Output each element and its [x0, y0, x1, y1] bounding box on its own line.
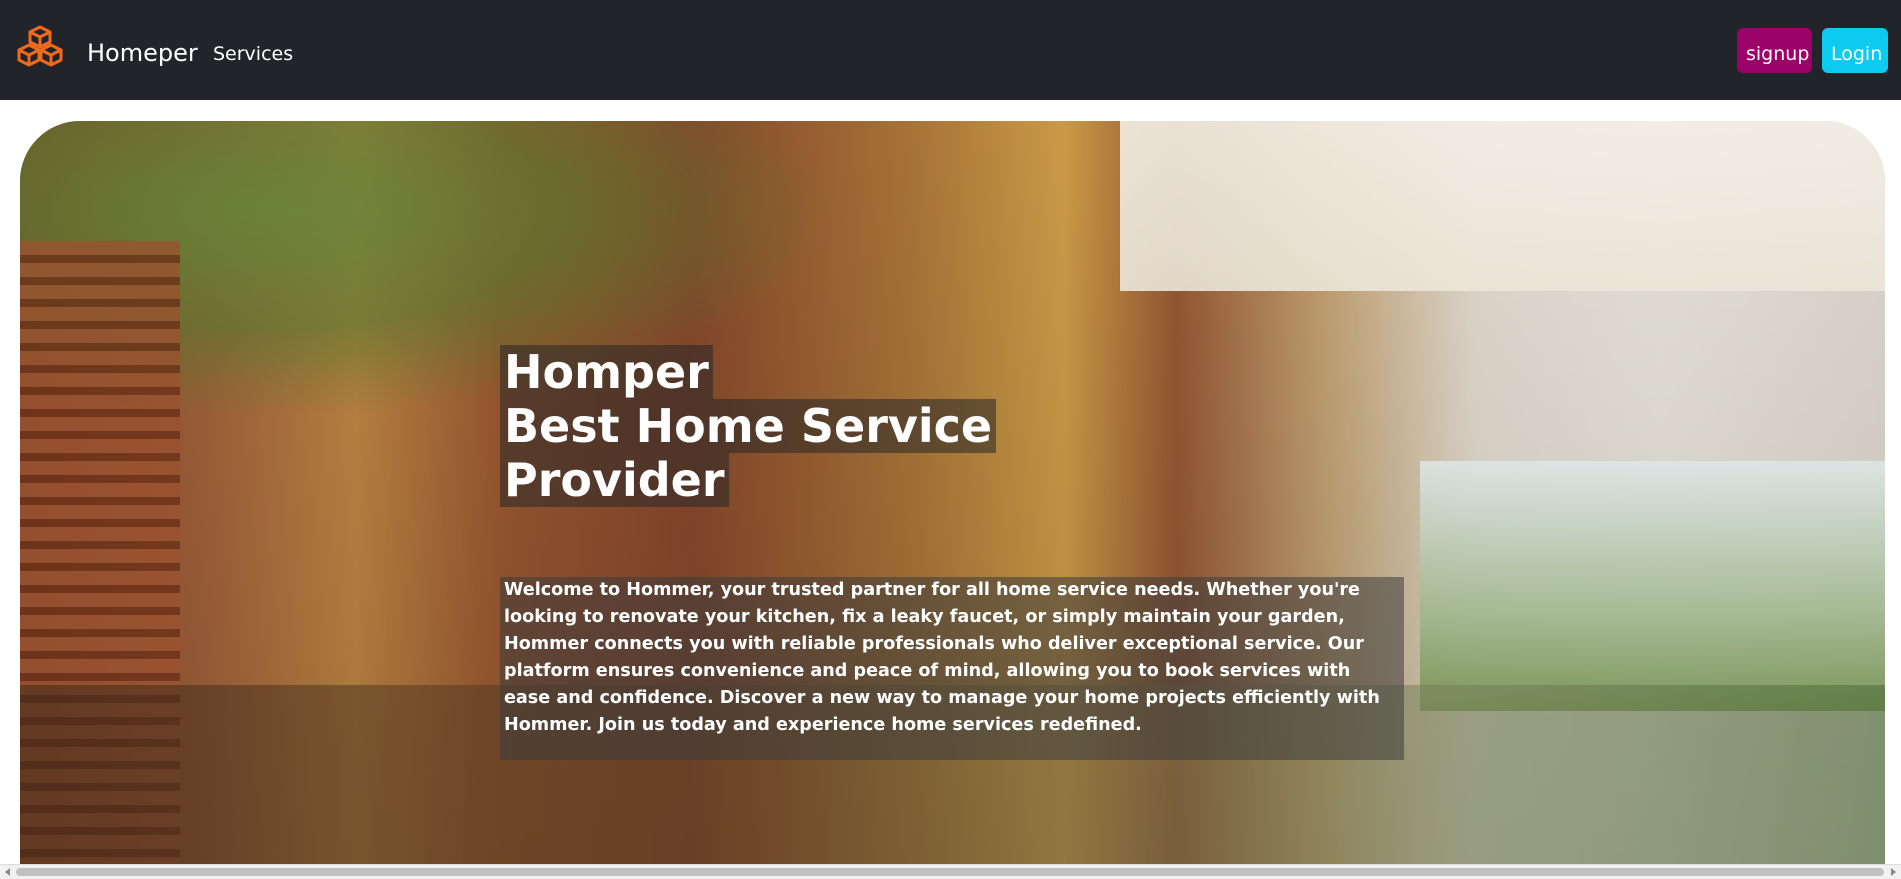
hero-title-line: Provider [500, 453, 729, 507]
hero-title-line: Best Home Service [500, 399, 997, 453]
signup-button[interactable]: signup [1737, 28, 1812, 73]
hero-description: Welcome to Hommer, your trusted partner … [500, 577, 1404, 760]
boxes-icon[interactable] [17, 25, 63, 69]
nav-link-services[interactable]: Services [213, 42, 293, 66]
hero-title: Homper Best Home Service Provider [500, 345, 997, 507]
scrollbar-thumb[interactable] [16, 868, 1884, 876]
top-navbar: Homeper Services signup Login [0, 0, 1901, 100]
hero-title-line: Homper [500, 345, 713, 399]
brand-name[interactable]: Homeper [87, 38, 198, 68]
horizontal-scrollbar[interactable] [0, 864, 1901, 879]
scroll-right-arrow-icon[interactable] [1891, 868, 1896, 876]
hero-image-garden [1420, 461, 1885, 711]
login-button[interactable]: Login [1822, 28, 1888, 73]
hero-image-ceiling [1120, 121, 1885, 291]
scroll-left-arrow-icon[interactable] [5, 868, 10, 876]
